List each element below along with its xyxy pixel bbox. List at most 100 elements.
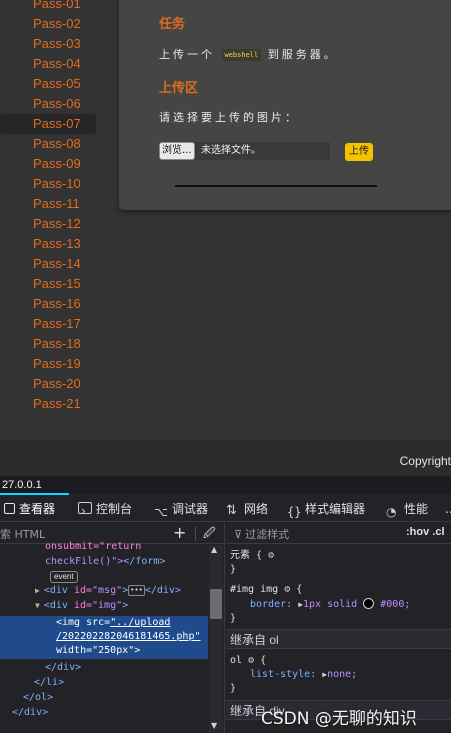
gear-icon[interactable]: ⚙ [268,549,274,563]
scroll-thumb[interactable] [210,589,222,619]
browse-button[interactable]: 浏览... [159,142,195,160]
tree-line-img-div[interactable]: ▼ <div id="img"> [35,598,128,613]
border-declaration[interactable]: border: ▶1px solid #000; [250,598,410,612]
tree-text: "msg" [92,585,123,596]
task-description: 上传一个 webshell 到服务器。 [159,46,338,62]
tab-performance[interactable]: 性能 [386,496,429,525]
rule-close: } [230,683,237,694]
tree-text: src= [86,617,111,628]
debugger-icon [154,499,168,525]
tab-label: 性能 [404,502,429,516]
sidebar-item-pass-12[interactable]: Pass-12 [0,214,96,234]
ol-rule[interactable]: ol ⚙ { [230,654,266,668]
tree-text: "250px" [92,645,135,656]
sidebar-item-pass-01[interactable]: Pass-01 [0,0,96,14]
tab-inspector[interactable]: 查看器 [4,496,55,522]
sidebar-item-pass-13[interactable]: Pass-13 [0,234,96,254]
tree-text: </form> [123,556,166,567]
choose-image-label: 请选择要上传的图片： [159,111,299,124]
task-title: 任务 [159,17,186,32]
selected-node[interactable]: <img src="../upload /202202282046181465.… [0,616,208,659]
sidebar-item-pass-14[interactable]: Pass-14 [0,254,96,274]
footer-copyright: Copyright [399,454,451,468]
sidebar-item-pass-19[interactable]: Pass-19 [0,354,96,374]
tree-line[interactable]: onsubmit="return [45,539,141,554]
expand-icon[interactable]: ▶ [35,586,40,595]
sidebar-item-pass-21[interactable]: Pass-21 [0,394,96,414]
eyedropper-icon[interactable]: 🖉 [203,524,216,545]
sidebar-item-pass-18[interactable]: Pass-18 [0,334,96,354]
style-filter[interactable]: ⊽ 过滤样式 :hov .cl [226,523,451,544]
tab-style-editor[interactable]: 样式编辑器 [287,496,365,525]
sidebar-item-pass-04[interactable]: Pass-04 [0,54,96,74]
tree-text: </li> [34,677,65,688]
tree-text: </div> [12,707,49,718]
tree-text: > [122,600,129,611]
tree-text: onsubmit="return [45,541,142,552]
scroll-up-icon[interactable]: ▲ [211,545,217,554]
html-search-input[interactable]: 索 HTML [0,526,45,542]
tree-scrollbar[interactable]: ▲ ▼ [209,545,223,733]
filter-placeholder: 过滤样式 [245,529,290,541]
tree-line[interactable]: </div> [12,705,48,720]
style-editor-icon [287,499,301,525]
tab-debugger[interactable]: 调试器 [154,496,208,525]
sidebar-item-pass-07[interactable]: Pass-07 [0,114,96,134]
gear-icon[interactable]: ⚙ [284,583,290,597]
tree-line-msg[interactable]: ▶ <div id="msg"> ••• </div> [35,583,181,598]
devtools-url: 27.0.0.1 [0,476,451,494]
gear-icon[interactable]: ⚙ [248,654,254,668]
img-rule[interactable]: #img img ⚙ { [230,583,302,597]
collapsed-dots-icon[interactable]: ••• [128,585,145,596]
css-value: none; [327,669,358,680]
sidebar-item-pass-11[interactable]: Pass-11 [0,194,96,214]
sidebar-item-pass-17[interactable]: Pass-17 [0,314,96,334]
sidebar-item-pass-15[interactable]: Pass-15 [0,274,96,294]
sidebar-item-pass-20[interactable]: Pass-20 [0,374,96,394]
element-rule[interactable]: 元素 { ⚙ [230,549,274,563]
tab-network[interactable]: 网络 [226,496,268,524]
add-node-icon[interactable]: + [173,523,186,543]
sidebar-item-pass-06[interactable]: Pass-06 [0,94,96,114]
tab-label: 控制台 [96,502,133,516]
tree-text: id= [73,600,93,611]
upload-button[interactable]: 上传 [345,143,373,161]
html-tree: onsubmit="return checkFile()"></form> ev… [0,541,208,733]
sidebar-item-pass-03[interactable]: Pass-03 [0,34,96,54]
upload-path-link[interactable]: "../upload [110,617,170,628]
collapse-icon[interactable]: ▼ [35,601,40,610]
sidebar-item-pass-08[interactable]: Pass-08 [0,134,96,154]
hov-toggle[interactable]: :hov .cl [406,526,445,538]
tree-line[interactable]: </div> [45,660,81,675]
tree-text: "img" [92,600,123,611]
sidebar-item-pass-09[interactable]: Pass-09 [0,154,96,174]
tree-line[interactable]: </li> [34,675,64,690]
inspector-pane: 索 HTML + 🖉 onsubmit="return checkFile()"… [0,523,225,733]
tree-text: <div [43,585,68,596]
tab-more[interactable]: ... [445,496,451,522]
color-swatch[interactable] [363,598,375,609]
sidebar-item-pass-02[interactable]: Pass-02 [0,14,96,34]
network-icon [226,498,240,524]
screen: Pass-01 Pass-02 Pass-03 Pass-04 Pass-05 Pass-… [0,0,451,733]
file-input[interactable]: 浏览... 未选择文件。 [159,142,330,160]
tree-line[interactable]: checkFile()"></form> [45,554,165,569]
tab-console[interactable]: 控制台 [78,496,133,524]
tree-text: > [134,645,141,656]
tree-text: checkFile()"> [45,556,124,567]
upload-path-link[interactable]: /202202282046181465.php" [56,631,201,642]
rule-brace: { [260,655,267,666]
tree-text: width= [56,645,93,656]
sidebar-item-pass-10[interactable]: Pass-10 [0,174,96,194]
rule-close: } [230,564,237,575]
event-badge[interactable]: event [50,571,78,583]
sidebar-item-pass-05[interactable]: Pass-05 [0,74,96,94]
list-style-declaration[interactable]: list-style: ▶none; [250,668,357,682]
filter-styles-input[interactable]: ⊽ 过滤样式 [234,526,289,542]
filter-icon: ⊽ [234,529,246,541]
web-page: Pass-01 Pass-02 Pass-03 Pass-04 Pass-05 Pass-… [0,0,451,440]
scroll-down-icon[interactable]: ▼ [211,721,217,730]
sidebar-item-pass-16[interactable]: Pass-16 [0,294,96,314]
tree-line[interactable]: </ol> [23,690,53,705]
footer [0,440,451,476]
